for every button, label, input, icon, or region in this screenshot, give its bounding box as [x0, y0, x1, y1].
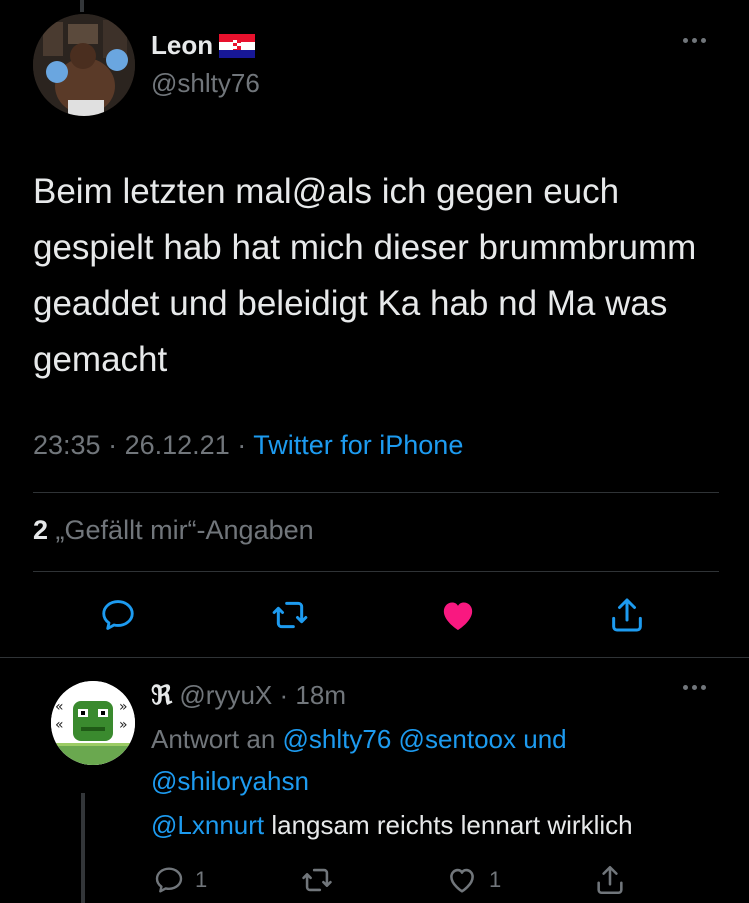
like-button[interactable]	[438, 595, 478, 635]
heart-filled-icon	[443, 602, 473, 630]
tweet-date[interactable]: 26.12.21	[125, 430, 230, 460]
mention-link[interactable]: @Lxnnurt	[151, 810, 264, 840]
author-handle[interactable]: @shlty76	[151, 68, 260, 99]
reply-like-button[interactable]: 1	[445, 862, 501, 898]
divider	[33, 492, 719, 493]
reply-like-count: 1	[489, 867, 502, 892]
divider	[0, 657, 749, 658]
thread-connector-line	[81, 793, 85, 903]
tweet-text: Beim letzten mal@als ich gegen euch gesp…	[33, 172, 697, 379]
more-options-icon[interactable]	[683, 685, 706, 690]
reply-conjunction: und	[523, 724, 567, 754]
divider	[33, 571, 719, 572]
mention-link[interactable]: @sentoox	[399, 724, 516, 754]
tweet-time: 23:35	[33, 430, 101, 460]
retweet-icon	[272, 601, 308, 629]
author-name-text: Leon	[151, 30, 214, 60]
author-name[interactable]: Leon	[151, 30, 256, 61]
reply-share-button[interactable]	[593, 862, 627, 898]
heart-outline-icon	[450, 868, 474, 893]
svg-text:»: »	[119, 717, 128, 733]
reply-age: 18m	[295, 680, 346, 710]
more-options-icon[interactable]	[683, 38, 706, 43]
meta-separator: ·	[237, 430, 247, 460]
mention-link[interactable]: @shiloryahsn	[151, 766, 309, 796]
reply-header[interactable]: ℜ @ryyuX · 18m	[151, 680, 346, 711]
mention-link[interactable]: @shlty76	[283, 724, 392, 754]
reply-text: @Lxnnurt langsam reichts lennart wirklic…	[151, 810, 633, 841]
share-icon	[612, 598, 642, 632]
svg-text:«: «	[55, 717, 64, 733]
share-icon	[597, 865, 623, 895]
likes-summary[interactable]: 2 „Gefällt mir“-Angaben	[33, 515, 314, 546]
reply-reply-button[interactable]: 1	[153, 862, 207, 898]
reply-icon	[102, 600, 134, 630]
share-button[interactable]	[607, 595, 647, 635]
croatia-flag-icon	[219, 33, 256, 58]
reply-icon	[155, 867, 183, 893]
reply-count: 1	[195, 867, 208, 892]
thread-connector-line	[80, 0, 84, 12]
tweet-source-link[interactable]: Twitter for iPhone	[253, 430, 463, 460]
reply-prefix: Antwort an	[151, 724, 276, 754]
reply-body: langsam reichts lennart wirklich	[271, 810, 633, 840]
retweet-icon	[302, 868, 332, 892]
reply-author-avatar[interactable]: « « » »	[51, 681, 135, 765]
reply-author-name: ℜ	[151, 681, 173, 711]
pepe-avatar-image: « « » »	[51, 681, 135, 765]
retweet-button[interactable]	[270, 595, 310, 635]
like-count: 2	[33, 515, 49, 545]
boxer-avatar-image	[33, 14, 135, 116]
author-avatar[interactable]	[33, 14, 135, 116]
tweet-meta: 23:35 · 26.12.21 · Twitter for iPhone	[33, 430, 463, 461]
svg-text:»: »	[119, 699, 128, 715]
meta-separator: ·	[279, 680, 289, 710]
reply-retweet-button[interactable]	[300, 862, 334, 898]
like-label: „Gefällt mir“-Angaben	[55, 515, 314, 545]
meta-separator: ·	[108, 430, 118, 460]
replying-to: Antwort an @shlty76 @sentoox und @shilor…	[151, 718, 711, 802]
reply-button[interactable]	[98, 595, 138, 635]
reply-author-handle: @ryyuX	[179, 680, 273, 710]
svg-text:«: «	[55, 699, 64, 715]
